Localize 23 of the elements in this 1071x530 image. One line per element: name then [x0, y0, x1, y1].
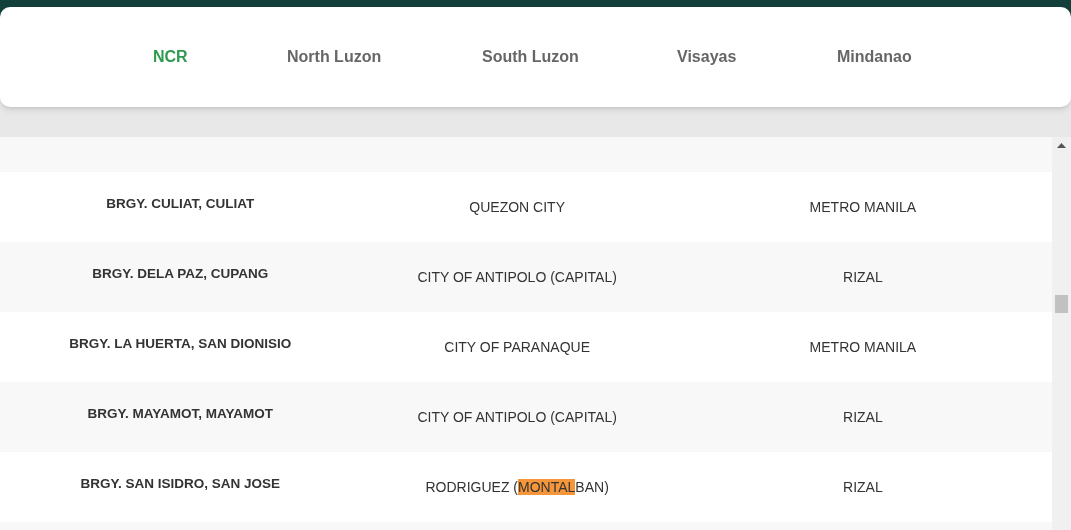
province-cell-text: METRO MANILA — [809, 337, 917, 357]
province-cell-text: METRO MANILA — [809, 197, 917, 217]
region-tab[interactable]: North Luzon — [287, 45, 482, 69]
barangay-cell-text: BRGY. DELA PAZ, CUPANG — [92, 264, 269, 283]
barangay-cell-text: BRGY. LA HUERTA, SAN DIONISIO — [69, 334, 292, 353]
city-cell-text: CITY OF PARANAQUE — [444, 337, 590, 357]
region-tab[interactable]: Visayas — [677, 45, 837, 69]
region-tab[interactable]: NCR — [153, 45, 287, 69]
province-cell-text: RIZAL — [843, 477, 883, 497]
city-cell-text: CITY OF ANTIPOLO (CAPITAL) — [417, 407, 617, 427]
province-cell-text: RIZAL — [843, 407, 883, 427]
barangay-cell-text: BRGY. MAYAMOT, MAYAMOT — [87, 404, 274, 423]
province-cell-text: RIZAL — [843, 267, 883, 287]
city-cell-text: RODRIGUEZ (MONTALBAN) — [425, 477, 609, 497]
city-cell-text: CITY OF ANTIPOLO (CAPITAL) — [417, 267, 617, 287]
barangay-cell-text: BRGY. CULIAT, CULIAT — [106, 194, 255, 213]
city-cell-text: QUEZON CITY — [469, 197, 565, 217]
barangay-cell-text: BRGY. SAN ISIDRO, SAN JOSE — [80, 474, 281, 493]
scrollbar[interactable] — [1052, 137, 1071, 530]
scroll-up-icon[interactable] — [1057, 143, 1066, 148]
scrollbar-thumb[interactable] — [1055, 295, 1068, 313]
region-tab[interactable]: Mindanao — [837, 45, 997, 69]
region-tab[interactable]: South Luzon — [482, 45, 677, 69]
